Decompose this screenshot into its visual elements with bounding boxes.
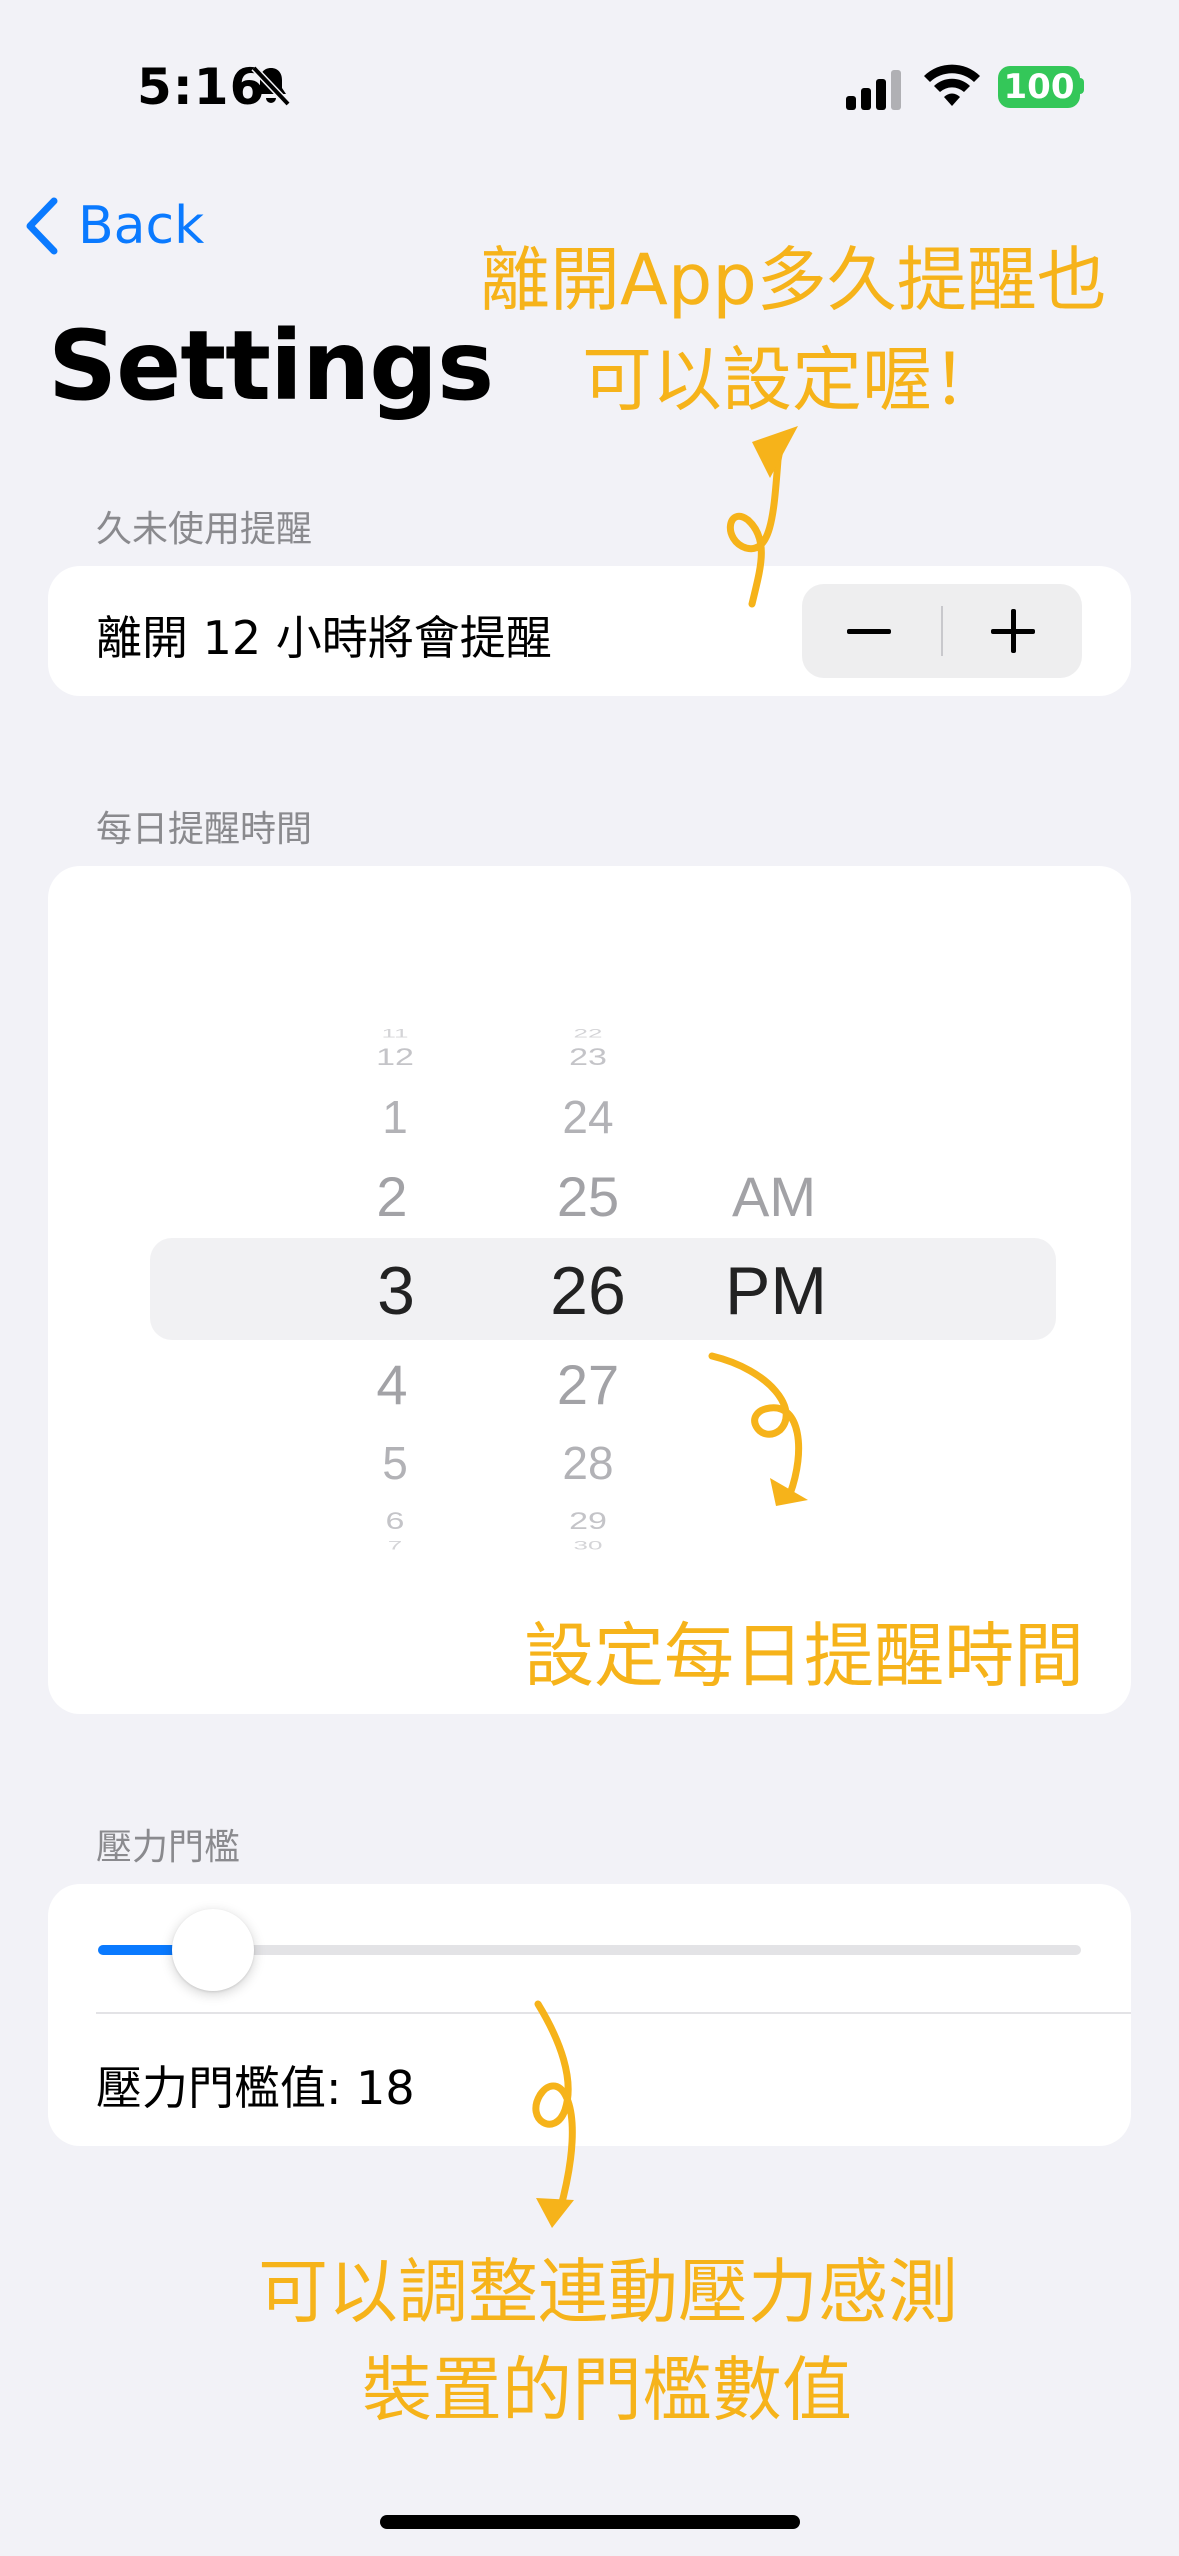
home-indicator: [380, 2515, 800, 2529]
arrow-to-picker-icon: [708, 1352, 803, 1498]
annotation-arrows: [532, 426, 808, 2228]
arrow-to-slider-icon: [532, 2000, 576, 2214]
